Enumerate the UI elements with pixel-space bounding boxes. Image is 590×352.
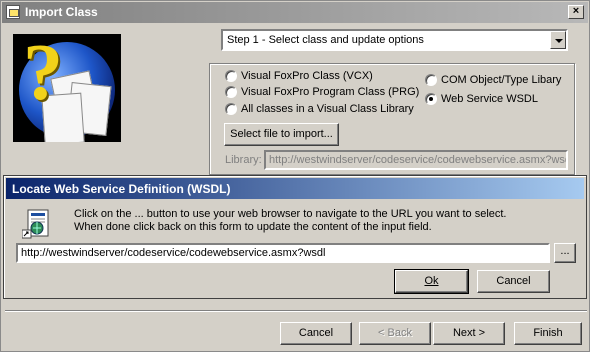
title-bar[interactable]: Import Class × [2, 2, 588, 23]
finish-button[interactable]: Finish [514, 322, 582, 345]
dialog-message: Click on the ... button to use your web … [74, 208, 507, 233]
radio-button-selected-icon [425, 93, 437, 105]
ok-button[interactable]: Ok [394, 269, 469, 294]
web-document-icon [22, 209, 49, 239]
wizard-image: ? [13, 34, 121, 142]
radio-button-icon [225, 70, 237, 82]
radio-all-classes[interactable]: All classes in a Visual Class Library [225, 103, 414, 115]
wsdl-dialog: Locate Web Service Definition (WSDL) Cli… [3, 175, 587, 299]
radio-button-icon [225, 103, 237, 115]
library-field[interactable]: http://westwindserver/codeservice/codewe… [264, 150, 568, 170]
radio-com-object[interactable]: COM Object/Type Libary [425, 74, 561, 86]
url-input[interactable]: http://westwindserver/codeservice/codewe… [16, 243, 550, 263]
import-class-window: Import Class × ? Step 1 - Select class a… [0, 0, 590, 352]
step-select-value: Step 1 - Select class and update options [227, 34, 424, 46]
select-file-button[interactable]: Select file to import... [224, 123, 339, 146]
radio-vcx[interactable]: Visual FoxPro Class (VCX) [225, 70, 373, 82]
radio-prg[interactable]: Visual FoxPro Program Class (PRG) [225, 86, 419, 98]
radio-button-icon [425, 74, 437, 86]
window-title: Import Class [25, 5, 98, 19]
dialog-title-bar[interactable]: Locate Web Service Definition (WSDL) [6, 178, 584, 199]
close-button[interactable]: × [568, 5, 584, 19]
footer-separator [5, 310, 587, 312]
dialog-cancel-button[interactable]: Cancel [477, 270, 550, 293]
cancel-button[interactable]: Cancel [280, 322, 352, 345]
radio-web-service[interactable]: Web Service WSDL [425, 93, 538, 105]
library-label: Library: [225, 154, 262, 166]
browse-button[interactable]: ... [554, 243, 576, 263]
dialog-title: Locate Web Service Definition (WSDL) [12, 182, 231, 196]
question-mark-icon: ? [23, 34, 63, 117]
radio-button-icon [225, 86, 237, 98]
back-button[interactable]: < Back [359, 322, 431, 345]
next-button[interactable]: Next > [433, 322, 505, 345]
step-select[interactable]: Step 1 - Select class and update options [221, 29, 568, 51]
window-icon [6, 5, 20, 19]
chevron-down-icon[interactable] [550, 31, 566, 49]
